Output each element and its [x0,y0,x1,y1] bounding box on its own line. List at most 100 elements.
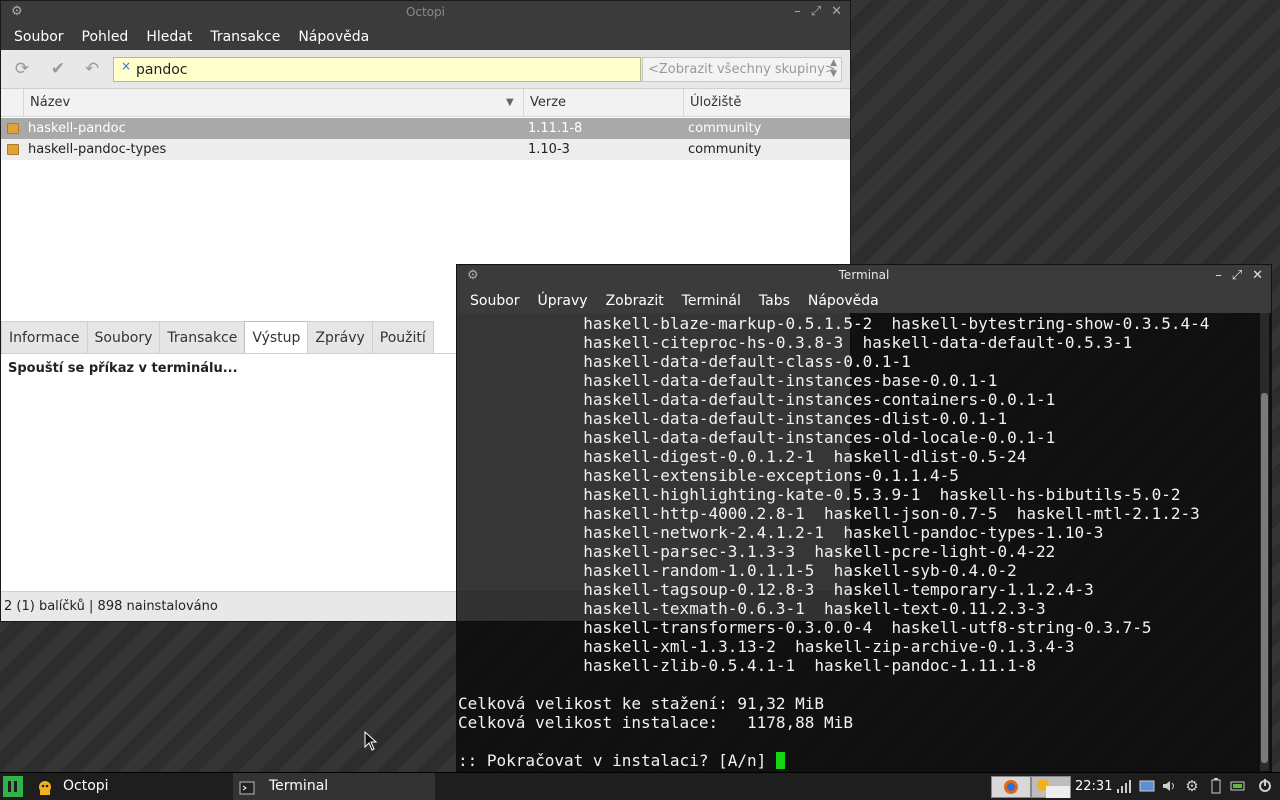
terminal-menu-tabs[interactable]: Tabs [750,293,799,309]
terminal-output[interactable]: haskell-blaze-markup-0.5.1.5-2 haskell-b… [457,313,1259,772]
terminal-line: haskell-highlighting-kate-0.5.3.9-1 hask… [458,485,1181,504]
power-manager-icon[interactable] [1230,778,1246,794]
workspace-window-thumb [1046,786,1070,798]
column-header-name[interactable]: Název [23,89,524,117]
menu-napoveda[interactable]: Nápověda [289,29,378,45]
tab-pouziti[interactable]: Použití [371,321,434,354]
battery-icon[interactable] [1208,778,1224,794]
logout-icon[interactable] [1257,778,1273,794]
column-repo-label: Úložiště [690,95,742,110]
terminal-line: haskell-parsec-3.1.3-3 haskell-pcre-ligh… [458,542,1056,561]
tab-vystup[interactable]: Výstup [244,321,309,354]
octopi-menubar: Soubor Pohled Hledat Transakce Nápověda [1,23,850,50]
column-header-version[interactable]: Verze [523,89,683,117]
task-terminal[interactable]: Terminal [233,773,435,800]
close-icon[interactable]: ✕ [831,1,842,23]
terminal-line: haskell-texmath-0.6.3-1 haskell-text-0.1… [458,599,1046,618]
sync-database-refresh-icon[interactable]: ⟳ [11,59,33,79]
terminal-titlebar[interactable]: ⚙ Terminal – ⤢ ✕ [457,265,1271,288]
terminal-line: haskell-transformers-0.3.0.0-4 haskell-u… [458,618,1152,637]
spin-arrows-icon: ▲ ▼ [830,58,837,79]
terminal-line: haskell-blaze-markup-0.5.1.5-2 haskell-b… [458,314,1210,333]
column-version-label: Verze [530,95,567,110]
table-row[interactable]: haskell-pandoc-types 1.10-3 community [1,139,850,160]
menu-hledat[interactable]: Hledat [137,29,201,45]
terminal-window: ⚙ Terminal – ⤢ ✕ Soubor Úpravy Zobrazit … [456,264,1272,772]
package-version: 1.11.1-8 [528,121,583,136]
package-search-input[interactable] [136,59,631,80]
package-icon [7,144,19,155]
scrollbar-thumb[interactable] [1261,393,1268,763]
terminal-menu-soubor[interactable]: Soubor [461,293,529,309]
commit-transaction-check-icon[interactable]: ✔ [47,59,69,79]
package-icon [7,123,19,134]
terminal-line: haskell-zlib-0.5.4.1-1 haskell-pandoc-1.… [458,656,1036,675]
sort-descending-icon[interactable]: ▼ [506,89,514,116]
volume-icon[interactable] [1161,778,1177,794]
close-icon[interactable]: ✕ [1252,265,1263,286]
window-menu-gear-icon[interactable]: ⚙ [11,1,23,23]
terminal-line: haskell-data-default-instances-base-0.0.… [458,371,998,390]
octopi-window-title: Octopi [405,5,446,19]
status-text: 2 (1) balíčků | 898 nainstalováno [4,599,218,614]
terminal-app-icon [239,779,255,795]
menu-transakce[interactable]: Transakce [201,29,289,45]
maximize-icon[interactable]: ⤢ [811,1,821,23]
terminal-line: haskell-data-default-class-0.0.1-1 [458,352,911,371]
output-pane: Spouští se příkaz v terminálu... [2,353,457,589]
terminal-line: haskell-extensible-exceptions-0.1.1.4-5 [458,466,959,485]
octopi-toolbar: ⟳ ✔ ↶ × <Zobrazit všechny skupiny> ▲▼ [1,50,850,89]
task-terminal-label: Terminal [269,778,329,794]
package-name: haskell-pandoc [28,121,126,136]
signal-strength-icon[interactable] [1116,778,1132,794]
package-name: haskell-pandoc-types [28,142,167,157]
octopi-app-icon [37,779,53,795]
terminal-scrollbar[interactable] [1260,313,1269,771]
column-header-repo[interactable]: Úložiště [683,89,850,117]
terminal-line: haskell-data-default-instances-old-local… [458,428,1056,447]
workspace-2[interactable] [1031,776,1071,798]
terminal-menu-upravy[interactable]: Úpravy [529,293,597,309]
network-icon[interactable] [1139,778,1155,794]
terminal-line: haskell-random-1.0.1.1-5 haskell-syb-0.4… [458,561,1017,580]
terminal-line: Celková velikost ke stažení: 91,32 MiB [458,694,825,713]
terminal-menu-napoveda[interactable]: Nápověda [799,293,888,309]
terminal-line: Celková velikost instalace: 1178,88 MiB [458,713,853,732]
terminal-line: haskell-data-default-instances-container… [458,390,1056,409]
group-select-value: <Zobrazit všechny skupiny> [648,62,836,77]
terminal-menu-zobrazit[interactable]: Zobrazit [597,293,673,309]
octopi-titlebar[interactable]: ⚙ Octopi – ⤢ ✕ [1,1,850,23]
pane-splitter[interactable] [1,313,457,321]
tab-informace[interactable]: Informace [1,321,88,354]
tab-zpravy[interactable]: Zprávy [307,321,373,354]
task-octopi-label: Octopi [63,778,109,794]
minimize-icon[interactable]: – [794,1,801,23]
rollback-transaction-undo-icon[interactable]: ↶ [81,59,103,79]
tab-soubory[interactable]: Soubory [86,321,161,354]
clear-search-icon[interactable]: × [121,59,131,73]
task-octopi[interactable]: Octopi [27,773,231,800]
minimize-icon[interactable]: – [1215,265,1222,286]
group-select[interactable]: <Zobrazit všechny skupiny> ▲ ▼ [642,57,842,82]
window-menu-gear-icon[interactable]: ⚙ [467,265,479,286]
terminal-window-title: Terminal [838,268,890,282]
maximize-icon[interactable]: ⤢ [1232,265,1242,286]
terminal-menu-terminal[interactable]: Terminál [673,293,750,309]
terminal-line: haskell-network-2.4.1.2-1 haskell-pandoc… [458,523,1104,542]
clock[interactable]: 22:31 [1075,776,1112,798]
mouse-pointer-icon [364,731,378,751]
output-text: Spouští se příkaz v terminálu... [8,361,238,376]
start-menu-icon[interactable] [3,776,23,797]
workspace-1[interactable] [991,776,1031,798]
details-tabs: Informace Soubory Transakce Výstup Zpráv… [1,321,434,354]
settings-gear-icon[interactable]: ⚙ [1184,778,1200,794]
menu-pohled[interactable]: Pohled [73,29,138,45]
menu-soubor[interactable]: Soubor [5,29,73,45]
table-row[interactable]: haskell-pandoc 1.11.1-8 community [1,118,850,139]
package-search-box: × [113,57,641,82]
tab-transakce[interactable]: Transakce [159,321,246,354]
terminal-line: haskell-http-4000.2.8-1 haskell-json-0.7… [458,504,1200,523]
package-repo: community [688,142,762,157]
